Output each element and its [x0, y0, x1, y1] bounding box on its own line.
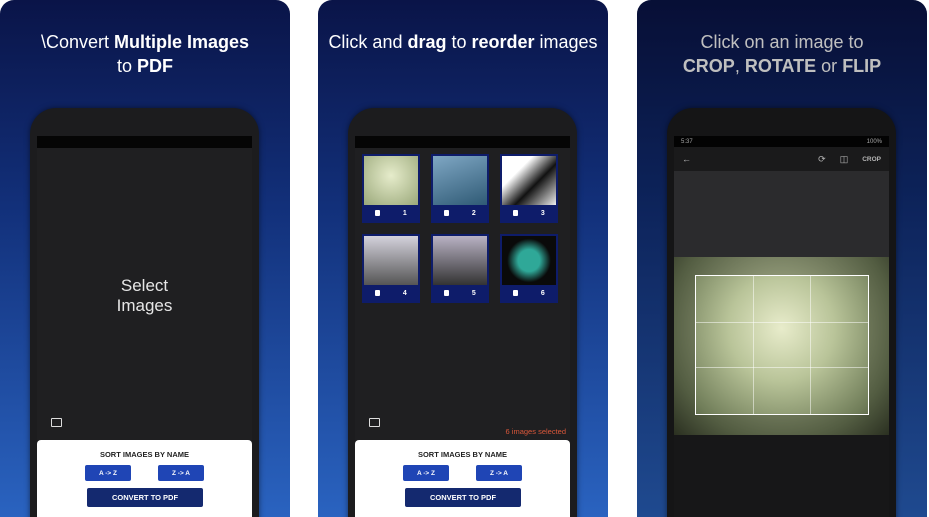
- headline: \Convert Multiple Images to PDF: [40, 32, 250, 76]
- phone-mockup: 5:37 100% ← ⟳ ◫ CROP: [667, 108, 896, 517]
- image-number: 5: [471, 289, 476, 297]
- status-bar: [355, 136, 570, 148]
- image-tile[interactable]: 1: [362, 154, 420, 223]
- convert-to-pdf-button[interactable]: CONVERT TO PDF: [405, 488, 521, 507]
- status-bar: [37, 136, 252, 148]
- thumbnail[interactable]: [364, 236, 418, 285]
- trash-icon[interactable]: [444, 290, 450, 296]
- convert-to-pdf-button[interactable]: CONVERT TO PDF: [87, 488, 203, 507]
- headline: Click and drag to reorder images: [328, 32, 598, 52]
- headline: Click on an image to CROP, ROTATE or FLI…: [682, 32, 882, 76]
- trash-icon[interactable]: [444, 210, 450, 216]
- image-number: 1: [402, 209, 407, 217]
- trash-icon[interactable]: [513, 290, 519, 296]
- image-grid: 1 2 3 4 5 6: [362, 154, 558, 303]
- sort-az-button[interactable]: A -> Z: [403, 465, 449, 481]
- sort-sheet: SORT IMAGES BY NAME A -> Z Z -> A CONVER…: [37, 440, 252, 517]
- sort-za-button[interactable]: Z -> A: [476, 465, 522, 481]
- image-number: 6: [540, 289, 545, 297]
- thumbnail[interactable]: [502, 236, 556, 285]
- image-number: 2: [471, 209, 476, 217]
- editor-toolbar: ← ⟳ ◫ CROP: [674, 147, 889, 171]
- screenshot-panel-1[interactable]: \Convert Multiple Images to PDF Select I…: [0, 0, 290, 517]
- back-arrow-icon[interactable]: ←: [682, 154, 691, 164]
- gallery-icon[interactable]: [51, 418, 62, 427]
- image-tile[interactable]: 4: [362, 234, 420, 303]
- image-number: 3: [540, 209, 545, 217]
- phone-mockup: 1 2 3 4 5 6 6 images selected SORT IMAGES BY …: [348, 108, 577, 517]
- trash-icon[interactable]: [375, 290, 381, 296]
- thumbnail[interactable]: [364, 156, 418, 205]
- select-images-text[interactable]: Select Images: [37, 276, 252, 316]
- phone-mockup: Select Images SORT IMAGES BY NAME A -> Z…: [30, 108, 259, 517]
- image-number: 4: [402, 289, 407, 297]
- screenshot-panel-2[interactable]: Click and drag to reorder images 1 2 3 4 5 6 …: [318, 0, 608, 517]
- selected-count: 6 images selected: [505, 427, 566, 436]
- image-tile[interactable]: 2: [431, 154, 489, 223]
- status-battery: 100%: [866, 138, 882, 145]
- image-tile[interactable]: 3: [500, 154, 558, 223]
- flip-icon[interactable]: ◫: [840, 154, 849, 165]
- thumbnail[interactable]: [502, 156, 556, 205]
- image-tile[interactable]: 6: [500, 234, 558, 303]
- image-tile[interactable]: 5: [431, 234, 489, 303]
- bird-photo: [674, 257, 889, 435]
- status-time: 5:37: [681, 138, 693, 145]
- status-bar: 5:37 100%: [674, 136, 889, 147]
- trash-icon[interactable]: [375, 210, 381, 216]
- sort-za-button[interactable]: Z -> A: [158, 465, 204, 481]
- sort-title: SORT IMAGES BY NAME: [99, 450, 190, 459]
- crop-button[interactable]: CROP: [862, 156, 881, 163]
- trash-icon[interactable]: [513, 210, 519, 216]
- thumbnail[interactable]: [433, 156, 487, 205]
- crop-frame[interactable]: [695, 275, 869, 415]
- thumbnail[interactable]: [433, 236, 487, 285]
- screenshot-panel-3[interactable]: Click on an image to CROP, ROTATE or FLI…: [637, 0, 927, 517]
- sort-title: SORT IMAGES BY NAME: [417, 450, 508, 459]
- sort-sheet: SORT IMAGES BY NAME A -> Z Z -> A CONVER…: [355, 440, 570, 517]
- gallery-icon[interactable]: [369, 418, 380, 427]
- sort-az-button[interactable]: A -> Z: [85, 465, 131, 481]
- rotate-icon[interactable]: ⟳: [818, 154, 826, 165]
